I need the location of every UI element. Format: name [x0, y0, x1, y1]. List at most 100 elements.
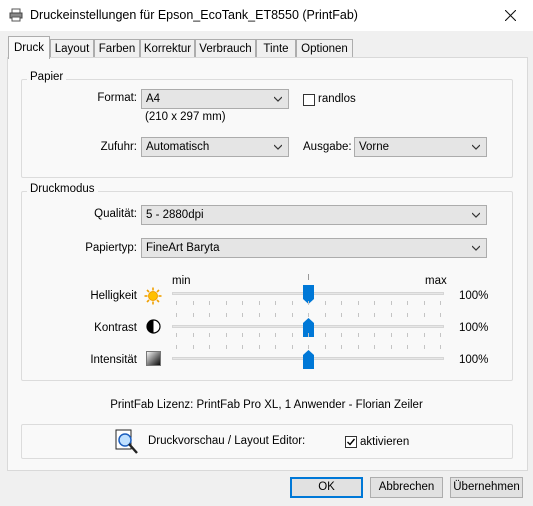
- slider-tick: [291, 301, 293, 305]
- printer-icon: [9, 8, 23, 22]
- qualitaet-value: 5 - 2880dpi: [146, 209, 204, 221]
- tab-druck[interactable]: Druck: [8, 36, 50, 59]
- contrast-icon: [146, 319, 161, 334]
- slider-tick: [341, 301, 342, 305]
- slider-tick: [275, 313, 276, 317]
- scale-max-label: max: [425, 275, 447, 287]
- tab-tinte[interactable]: Tinte: [256, 39, 296, 58]
- preview-label: Druckvorschau / Layout Editor:: [148, 435, 306, 447]
- slider-ticks: [0, 0, 441, 349]
- slider-tick: [374, 313, 375, 317]
- slider-tick: [242, 313, 243, 317]
- preview-checkbox[interactable]: [345, 436, 357, 448]
- slider-tick: [341, 333, 342, 337]
- format-value: A4: [146, 93, 161, 105]
- helligkeit-value: 100%: [459, 290, 489, 302]
- slider-tick: [242, 301, 243, 305]
- slider-tick: [242, 345, 243, 349]
- chevron-down-icon: [472, 245, 480, 251]
- intensitaet-value: 100%: [459, 354, 489, 366]
- slider-tick: [176, 301, 177, 305]
- zufuhr-value: Automatisch: [146, 141, 210, 153]
- tab-layout[interactable]: Layout: [50, 39, 94, 58]
- papier-legend: Papier: [27, 71, 67, 83]
- intensitaet-slider-thumb[interactable]: [303, 350, 314, 369]
- slider-tick: [209, 345, 210, 349]
- slider-tick: [390, 301, 392, 305]
- slider-tick: [440, 333, 441, 337]
- license-text: PrintFab Lizenz: PrintFab Pro XL, 1 Anwe…: [110, 399, 423, 411]
- slider-tick: [291, 333, 293, 337]
- zufuhr-label: Zufuhr:: [100, 141, 137, 153]
- slider-tick: [258, 345, 260, 349]
- papiertyp-label: Papiertyp:: [85, 242, 137, 254]
- slider-tick: [407, 345, 408, 349]
- slider-tick: [374, 345, 375, 349]
- ok-button[interactable]: OK: [290, 477, 363, 498]
- tab-optionen[interactable]: Optionen: [296, 39, 353, 58]
- randlos-label: randlos: [318, 93, 356, 105]
- slider-tick: [258, 313, 260, 317]
- slider-tick: [192, 333, 194, 337]
- slider-tick: [176, 313, 177, 317]
- slider-tick: [308, 345, 309, 349]
- ausgabe-label: Ausgabe:: [303, 141, 352, 153]
- slider-tick: [308, 313, 309, 317]
- cancel-button[interactable]: Abbrechen: [370, 477, 443, 498]
- slider-tick: [341, 345, 342, 349]
- format-select[interactable]: A4: [141, 89, 289, 109]
- slider-tick: [324, 313, 326, 317]
- close-button[interactable]: [487, 0, 533, 31]
- ausgabe-value: Vorne: [359, 141, 390, 153]
- slider-tick: [209, 301, 210, 305]
- slider-tick: [308, 301, 309, 305]
- zufuhr-select[interactable]: Automatisch: [141, 137, 289, 157]
- slider-tick: [275, 333, 276, 337]
- slider-tick: [357, 301, 359, 305]
- papiertyp-select[interactable]: FineArt Baryta: [141, 238, 487, 258]
- slider-tick: [258, 333, 260, 337]
- slider-tick: [357, 333, 359, 337]
- papiertyp-value: FineArt Baryta: [146, 242, 220, 254]
- chevron-down-icon: [472, 144, 480, 150]
- slider-tick: [440, 313, 441, 317]
- qualitaet-select[interactable]: 5 - 2880dpi: [141, 205, 487, 225]
- slider-tick: [176, 345, 177, 349]
- slider-tick: [390, 333, 392, 337]
- slider-tick: [407, 313, 408, 317]
- ausgabe-select[interactable]: Vorne: [354, 137, 487, 157]
- magnifier-document-icon: [115, 429, 138, 454]
- slider-tick: [258, 301, 260, 305]
- format-size-text: (210 x 297 mm): [145, 111, 226, 123]
- kontrast-label: Kontrast: [94, 322, 137, 334]
- slider-tick: [176, 333, 177, 337]
- slider-tick: [423, 301, 425, 305]
- apply-button[interactable]: Übernehmen: [450, 477, 523, 498]
- qualitaet-label: Qualität:: [94, 208, 137, 220]
- slider-tick: [341, 313, 342, 317]
- tab-farben[interactable]: Farben: [94, 39, 140, 58]
- slider-tick: [407, 301, 408, 305]
- slider-tick: [192, 345, 194, 349]
- slider-tick: [225, 313, 227, 317]
- randlos-checkbox[interactable]: [303, 94, 315, 106]
- slider-tick: [225, 333, 227, 337]
- slider-tick: [440, 345, 441, 349]
- checkmark-icon: [347, 438, 356, 446]
- scale-min-label: min: [172, 275, 191, 287]
- chevron-down-icon: [274, 96, 282, 102]
- slider-tick: [242, 333, 243, 337]
- chevron-down-icon: [472, 212, 480, 218]
- preview-checkbox-label: aktivieren: [360, 436, 410, 448]
- slider-tick: [209, 313, 210, 317]
- slider-tick: [423, 345, 425, 349]
- slider-tick: [308, 333, 309, 337]
- tab-verbrauch[interactable]: Verbrauch: [195, 39, 256, 58]
- slider-tick: [291, 345, 293, 349]
- kontrast-value: 100%: [459, 322, 489, 334]
- helligkeit-label: Helligkeit: [90, 290, 137, 302]
- tab-korrektur[interactable]: Korrektur: [140, 39, 195, 58]
- slider-tick: [225, 301, 227, 305]
- sun-icon: [144, 287, 162, 305]
- slider-tick: [357, 345, 359, 349]
